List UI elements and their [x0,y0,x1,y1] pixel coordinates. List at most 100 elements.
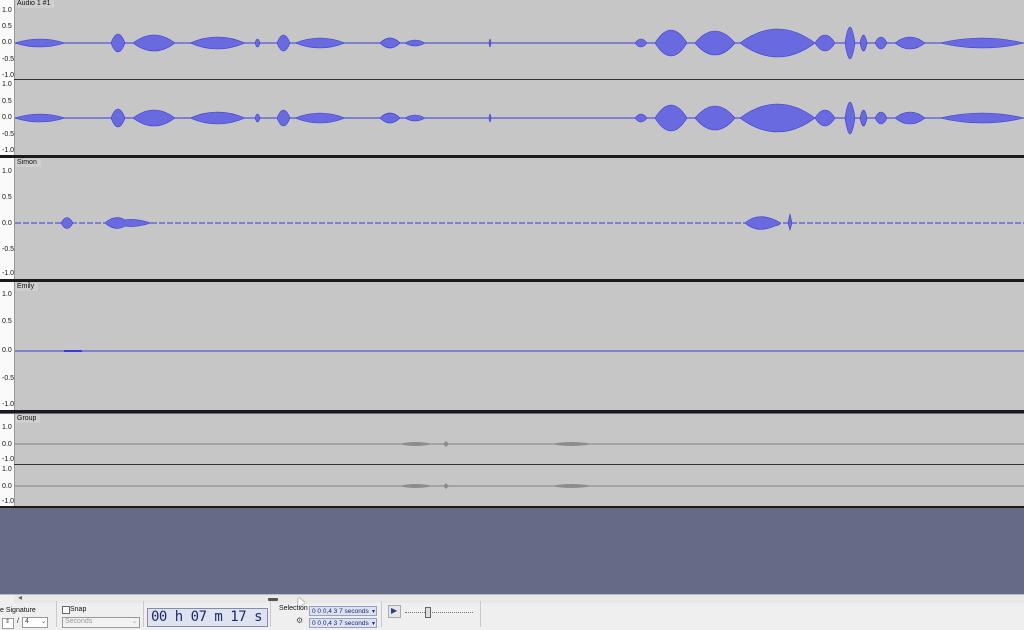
waveform-burst [404,114,426,122]
waveform-channel-left[interactable] [15,423,1024,464]
waveform-burst [404,39,426,47]
horizontal-scrollbar[interactable]: ◂ [14,593,1024,603]
waveform [15,350,1024,352]
selection-label: Selection [279,605,308,612]
waveform-burst [132,34,176,52]
waveform-burst [15,113,66,123]
waveform-channel-right[interactable] [15,465,1024,506]
waveform-burst [939,112,1024,124]
snap-units-select[interactable]: Seconds ⌄ [62,617,140,628]
chevron-down-icon: ▾ [371,621,375,627]
channel-divider [14,79,1024,80]
toolbar-divider [56,601,57,627]
chevron-down-icon: ⌄ [131,619,137,625]
track-name[interactable]: Emily [16,283,39,291]
waveform-burst [254,113,261,123]
waveform-burst [814,109,836,127]
waveform-burst [844,101,856,135]
waveform-burst [294,37,346,49]
track-group[interactable]: 1.0 0.0 -1.0 1.0 0.0 -1.0 Group [0,414,1024,507]
track-name[interactable]: Audio 1 #1 [16,0,55,8]
waveform [15,101,1024,135]
waveform-burst [739,28,816,58]
waveform-burst [379,37,401,49]
waveform-burst [132,109,176,127]
toolbar-divider [381,601,382,627]
selection-start-field[interactable]: 0 0 0,4 3 7 seconds ▾ [309,606,377,616]
waveform [15,441,1024,447]
waveform-burst [694,30,736,56]
waveform-burst [189,36,246,50]
time-signature-spinner[interactable]: ⇕ [2,618,14,629]
vertical-ruler: 1.0 0.0 -1.0 1.0 0.0 -1.0 [0,414,15,507]
waveform-burst [874,111,888,125]
waveform-burst [488,38,492,48]
snap-checkbox[interactable] [62,606,70,614]
waveform-burst [379,112,401,124]
gear-icon[interactable]: ⚙ [296,616,303,625]
track-name[interactable]: Simon [16,159,41,167]
toolbar-divider [480,601,481,627]
selection-start-value: 0 0 0,4 3 7 seconds [312,608,369,615]
spinner-icon: ⇕ [5,619,11,625]
waveform-channel[interactable] [15,292,1024,410]
waveform-burst [739,103,816,133]
waveform-burst [254,38,261,48]
selection-end-value: 0 0 0,4 3 7 seconds [312,620,369,627]
vertical-ruler: 1.0 0.5 0.0 -0.5 -1.0 [0,158,15,279]
track-separator [0,410,1024,413]
waveform-burst [939,37,1024,49]
waveform-burst [15,38,66,48]
toolbar-divider [270,601,271,627]
waveform [15,213,1024,232]
track-name[interactable]: Group [16,415,41,423]
vertical-ruler: 1.0 0.5 0.0 -0.5 -1.0 1.0 0.5 0.0 -0.5 -… [0,0,15,156]
time-signature-label: e Signature [0,607,36,614]
snap-units-value: Seconds [65,618,93,625]
waveform-burst [874,36,888,50]
waveform-burst [694,105,736,131]
vertical-ruler: 1.0 0.5 0.0 -0.5 -1.0 [0,282,15,410]
time-signature-denominator-select[interactable]: 4 ⌄ [22,617,48,628]
waveform-burst [276,109,291,127]
chevron-down-icon: ▾ [371,609,375,615]
waveform-channel-left[interactable] [15,8,1024,78]
scroll-left-icon[interactable]: ◂ [18,593,22,602]
track-simon[interactable]: 1.0 0.5 0.0 -0.5 -1.0 Simon [0,158,1024,279]
waveform-burst [294,112,346,124]
waveform [15,26,1024,60]
waveform-burst [844,26,856,60]
waveform-burst [189,111,246,125]
time-display[interactable]: 00 h 07 m 17 s [147,608,268,627]
waveform-burst [814,34,836,52]
playback-speed-slider[interactable] [403,606,475,618]
waveform-burst [894,111,926,125]
waveform-burst [276,34,291,52]
waveform-burst [894,36,926,50]
slider-thumb[interactable] [425,607,431,618]
denominator-value: 4 [25,618,29,625]
waveform-burst [859,34,868,52]
bottom-toolbar: ◂ e Signature ⇕ / 4 ⌄ Snap Seconds ⌄ 00 … [0,593,1024,630]
toolbar-divider [143,601,144,627]
slider-track [405,612,473,614]
snap-label: Snap [70,606,87,613]
waveform-burst [859,109,868,127]
waveform-burst [110,108,126,128]
play-at-speed-button[interactable]: ▶ [388,605,401,618]
waveform [15,483,1024,489]
waveform-burst [634,38,648,48]
waveform-burst [654,29,688,57]
empty-track-area[interactable] [0,508,1024,594]
waveform-burst [110,33,126,53]
waveform-burst [654,104,688,132]
time-display-value: 00 h 07 m 17 s [151,609,263,625]
waveform-channel-right[interactable] [15,81,1024,155]
track-emily[interactable]: 1.0 0.5 0.0 -0.5 -1.0 Emily [0,282,1024,410]
waveform-channel[interactable] [15,168,1024,279]
time-signature-slash: / [17,618,19,625]
track-audio-1[interactable]: 1.0 0.5 0.0 -0.5 -1.0 1.0 0.5 0.0 -0.5 -… [0,0,1024,156]
chevron-down-icon: ⌄ [40,619,46,625]
selection-end-field[interactable]: 0 0 0,4 3 7 seconds ▾ [309,618,377,628]
waveform-burst [488,113,492,123]
